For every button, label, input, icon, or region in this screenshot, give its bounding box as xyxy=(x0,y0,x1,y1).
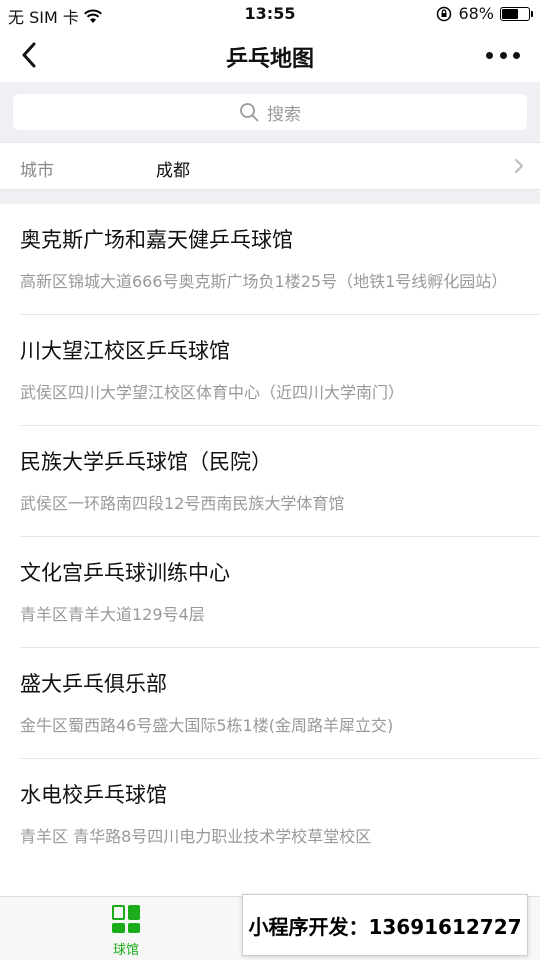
more-dot-icon xyxy=(513,51,520,59)
back-button[interactable] xyxy=(14,40,44,70)
rotation-lock-icon xyxy=(437,6,452,21)
status-right: 68% xyxy=(436,4,533,23)
city-value: 成都 xyxy=(156,161,190,181)
venue-name: 川大望江校区乒乓球馆 xyxy=(20,339,230,363)
venue-list: 奥克斯广场和嘉天健乒乓球馆 高新区锦城大道666号奥克斯广场负1楼25号（地铁1… xyxy=(0,204,540,869)
search-area: 搜索 xyxy=(0,82,540,142)
search-input[interactable]: 搜索 xyxy=(13,94,527,130)
venue-address: 青羊区青羊大道129号4层 xyxy=(20,605,205,624)
more-dot-icon xyxy=(499,51,507,59)
section-divider xyxy=(0,190,540,204)
city-label: 城市 xyxy=(20,161,54,181)
chevron-left-icon xyxy=(22,42,36,68)
venue-list-item[interactable]: 奥克斯广场和嘉天健乒乓球馆 高新区锦城大道666号奥克斯广场负1楼25号（地铁1… xyxy=(20,204,540,315)
more-dot-icon xyxy=(486,51,493,59)
venue-list-item[interactable]: 文化宫乒乓球训练中心 青羊区青羊大道129号4层 xyxy=(20,537,540,648)
venue-list-item[interactable]: 民族大学乒乓球馆（民院） 武侯区一环路南四段12号西南民族大学体育馆 xyxy=(20,426,540,537)
venue-list-item[interactable]: 水电校乒乓球馆 青羊区 青华路8号四川电力职业技术学校草堂校区 xyxy=(20,759,540,869)
venue-name: 奥克斯广场和嘉天健乒乓球馆 xyxy=(20,228,293,252)
search-icon xyxy=(240,103,259,122)
battery-percent: 68% xyxy=(458,4,494,23)
search-placeholder: 搜索 xyxy=(267,104,301,125)
more-options-button[interactable] xyxy=(486,42,520,68)
venue-address: 武侯区四川大学望江校区体育中心（近四川大学南门） xyxy=(20,383,405,402)
page-title: 乒乓地图 xyxy=(225,47,314,72)
contact-banner: 小程序开发：13691612727 xyxy=(242,894,528,956)
venue-name: 民族大学乒乓球馆（民院） xyxy=(20,450,272,474)
status-bar: 无 SIM 卡 13:55 68% xyxy=(0,0,540,30)
tab-venues[interactable]: 球馆 xyxy=(96,905,156,958)
battery-fill xyxy=(502,8,519,19)
venue-name: 文化宫乒乓球训练中心 xyxy=(20,561,230,585)
venue-address: 金牛区蜀西路46号盛大国际5栋1楼(金周路羊犀立交) xyxy=(20,716,394,735)
venue-address: 武侯区一环路南四段12号西南民族大学体育馆 xyxy=(20,494,345,513)
venue-address: 青羊区 青华路8号四川电力职业技术学校草堂校区 xyxy=(20,827,372,846)
battery-icon xyxy=(500,6,533,21)
venue-name: 水电校乒乓球馆 xyxy=(20,783,167,807)
venue-list-item[interactable]: 盛大乒乓俱乐部 金牛区蜀西路46号盛大国际5栋1楼(金周路羊犀立交) xyxy=(20,648,540,759)
nav-bar: 乒乓地图 xyxy=(0,30,540,82)
grid-icon xyxy=(112,905,140,933)
venue-address: 高新区锦城大道666号奥克斯广场负1楼25号（地铁1号线孵化园站） xyxy=(20,272,508,291)
chevron-right-icon xyxy=(515,159,523,173)
venue-list-item[interactable]: 川大望江校区乒乓球馆 武侯区四川大学望江校区体育中心（近四川大学南门） xyxy=(20,315,540,426)
city-selector[interactable]: 城市 成都 xyxy=(0,142,540,190)
tab-label: 球馆 xyxy=(112,943,139,958)
venue-name: 盛大乒乓俱乐部 xyxy=(20,672,167,696)
